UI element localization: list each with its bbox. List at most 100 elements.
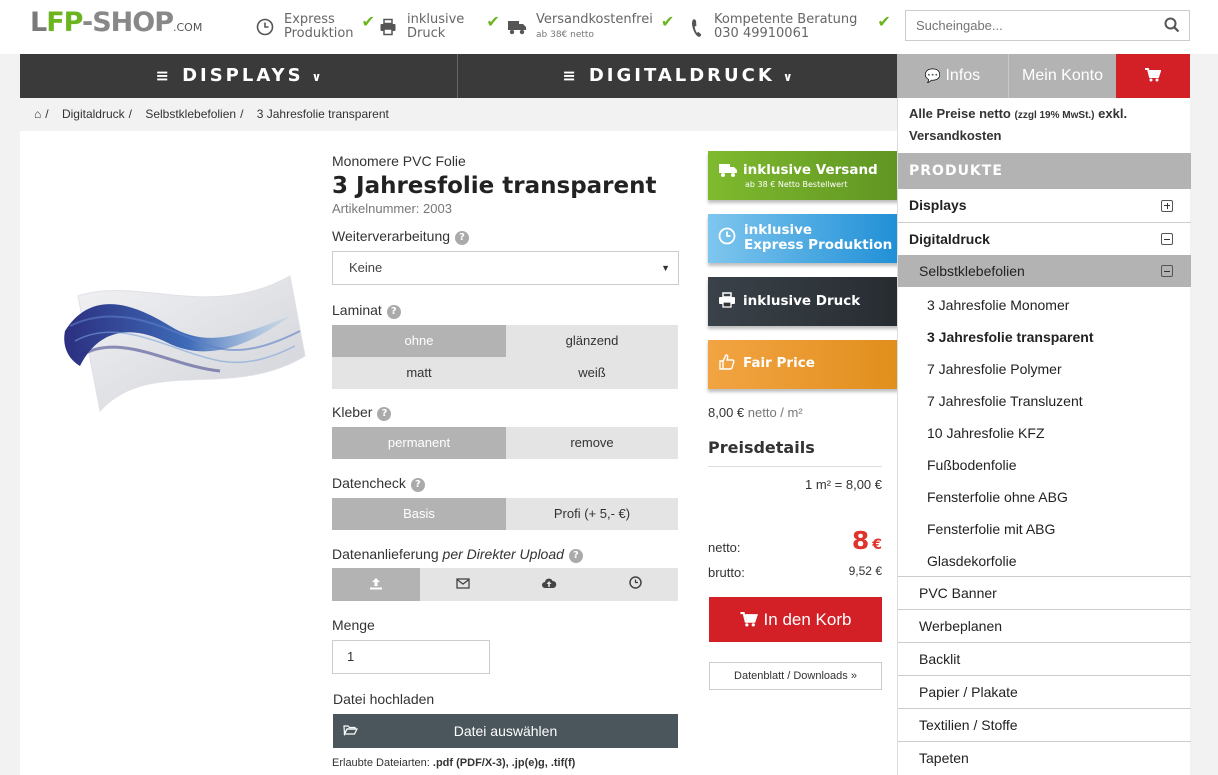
nav-item-displays[interactable]: ≡ DISPLAYS ∨ xyxy=(20,54,457,98)
sidebar-item-werbeplanen[interactable]: Werbeplanen xyxy=(898,610,1191,643)
upload-email-button[interactable] xyxy=(420,568,506,601)
help-icon[interactable]: ? xyxy=(455,231,470,245)
kleber-option-remove[interactable]: remove xyxy=(506,427,678,459)
envelope-icon xyxy=(456,577,470,592)
laminat-option-weiss[interactable]: weiß xyxy=(506,357,678,389)
quantity-input[interactable]: 1 xyxy=(332,640,490,674)
laminat-option-glaenzend[interactable]: glänzend xyxy=(506,325,678,357)
tab-mein-konto[interactable]: Mein Konto xyxy=(1008,54,1116,98)
sidebar-item-pvc-banner[interactable]: PVC Banner xyxy=(898,577,1191,610)
help-icon[interactable]: ? xyxy=(377,407,392,421)
ribbon-express-title: inklusive Express Produktion xyxy=(744,222,893,253)
nav-item-digitaldruck[interactable]: ≡ DIGITALDRUCK ∨ xyxy=(458,54,897,98)
divider xyxy=(708,466,882,467)
article-number: Artikelnummer: 2003 xyxy=(332,201,452,216)
cart-tab[interactable] xyxy=(1116,54,1190,98)
sidebar-subitem[interactable]: 7 Jahresfolie Transluzent xyxy=(898,385,1191,417)
logo-domain: .COM xyxy=(173,21,203,34)
header: LFP-SHOP.COM Express Produktion ✔ inklusi… xyxy=(0,0,1218,54)
add-to-cart-button[interactable]: In den Korb xyxy=(709,597,882,642)
ribbon-versand-title: inklusive Versand xyxy=(743,162,878,178)
minus-square-icon[interactable] xyxy=(1161,265,1173,277)
upload-later-button[interactable] xyxy=(592,568,678,601)
feature-beratung: Kompetente Beratung 030 49910061 ✔ xyxy=(690,13,891,45)
truck-icon xyxy=(507,18,527,38)
upload-cloud-button[interactable] xyxy=(506,568,592,601)
plus-square-icon[interactable] xyxy=(1161,199,1173,212)
menu-icon: ≡ xyxy=(155,66,173,85)
sidebar-subitem[interactable]: Glasdekorfolie xyxy=(898,545,1191,577)
home-icon[interactable]: ⌂ xyxy=(34,107,41,121)
truck-icon xyxy=(718,162,738,182)
upload-icon xyxy=(369,577,383,592)
main-nav: ≡ DISPLAYS ∨ ≡ DIGITALDRUCK ∨ xyxy=(20,54,897,98)
downloads-button[interactable]: Datenblatt / Downloads » xyxy=(709,662,882,690)
ribbon-versand-sub: ab 38 € Netto Bestellwert xyxy=(745,180,848,189)
sidebar-item-textilien[interactable]: Textilien / Stoffe xyxy=(898,709,1191,742)
feature-druck-line2: Druck xyxy=(407,26,446,41)
help-icon[interactable]: ? xyxy=(410,478,425,492)
laminat-option-ohne[interactable]: ohne xyxy=(332,325,506,357)
datei-label: Datei hochladen xyxy=(333,691,435,707)
breadcrumb-item[interactable]: Digitaldruck xyxy=(62,107,125,121)
sidebar-item-displays[interactable]: Displays xyxy=(898,189,1191,222)
datencheck-option-profi[interactable]: Profi (+ 5,- €) xyxy=(506,498,678,530)
sidebar: Alle Preise netto (zzgl 19% MwSt.) exkl.… xyxy=(897,98,1191,775)
logo[interactable]: LFP-SHOP.COM xyxy=(30,8,202,43)
sidebar-item-backlit[interactable]: Backlit xyxy=(898,643,1191,676)
clock-icon xyxy=(628,576,642,592)
ribbon-fairprice: Fair Price xyxy=(708,340,904,389)
help-icon[interactable]: ? xyxy=(568,549,583,563)
caret-down-icon: ▼ xyxy=(661,263,670,273)
sidebar-item-papier-plakate[interactable]: Papier / Plakate xyxy=(898,676,1191,709)
check-icon: ✔ xyxy=(361,12,375,31)
search-input[interactable] xyxy=(906,11,1156,40)
printer-icon xyxy=(718,292,736,312)
logo-part-3: P-SHOP xyxy=(63,7,174,38)
search-icon[interactable] xyxy=(1164,17,1180,37)
sidebar-item-tapeten[interactable]: Tapeten xyxy=(898,742,1191,775)
sidebar-item-digitaldruck[interactable]: Digitaldruck xyxy=(898,223,1191,255)
comments-icon: 💬 xyxy=(924,68,942,83)
sidebar-subitem[interactable]: Fußbodenfolie xyxy=(898,449,1191,481)
sidebar-subitem-active[interactable]: 3 Jahresfolie transparent xyxy=(898,321,1191,353)
sidebar-subitem[interactable]: 3 Jahresfolie Monomer xyxy=(898,289,1191,321)
account-tabs: 💬 Infos Mein Konto xyxy=(897,54,1190,98)
sidebar-subitem[interactable]: Fensterfolie mit ABG xyxy=(898,513,1191,545)
netto-label: netto: xyxy=(708,540,741,555)
sidebar-subitem[interactable]: Fensterfolie ohne ABG xyxy=(898,481,1191,513)
file-select-button[interactable]: Datei auswählen xyxy=(333,714,678,748)
check-icon: ✔ xyxy=(877,12,891,31)
help-icon[interactable]: ? xyxy=(386,305,401,319)
sidebar-subitem[interactable]: 7 Jahresfolie Polymer xyxy=(898,353,1191,385)
search-box xyxy=(905,10,1190,41)
datenanlieferung-mode: per Direkter Upload xyxy=(442,546,564,562)
feature-beratung-phone[interactable]: 030 49910061 xyxy=(714,26,809,41)
menge-label: Menge xyxy=(332,617,375,633)
cart-icon xyxy=(739,610,764,629)
logo-part-1: L xyxy=(30,7,47,38)
weiterverarbeitung-value: Keine xyxy=(349,260,383,275)
brutto-label: brutto: xyxy=(708,565,745,580)
weiterverarbeitung-select[interactable]: Keine ▼ xyxy=(332,251,679,285)
check-icon: ✔ xyxy=(486,12,500,31)
folder-open-icon xyxy=(343,714,358,748)
kleber-option-permanent[interactable]: permanent xyxy=(332,427,506,459)
file-select-label: Datei auswählen xyxy=(453,723,558,739)
tab-infos[interactable]: 💬 Infos xyxy=(897,54,1008,98)
check-icon: ✔ xyxy=(660,12,675,31)
price-note: Alle Preise netto (zzgl 19% MwSt.) exkl.… xyxy=(909,106,1128,143)
laminat-option-matt[interactable]: matt xyxy=(332,357,506,389)
breadcrumb-item[interactable]: Selbstklebefolien xyxy=(145,107,236,121)
sidebar-subitem[interactable]: 10 Jahresfolie KFZ xyxy=(898,417,1191,449)
price-per-m2: 8,00 € netto / m² xyxy=(708,405,803,420)
weiterverarbeitung-label: Weiterverarbeitung? xyxy=(332,228,470,245)
cart-icon xyxy=(1145,67,1162,84)
datencheck-option-basis[interactable]: Basis xyxy=(332,498,506,530)
breadcrumb-current: 3 Jahresfolie transparent xyxy=(256,107,389,121)
minus-square-icon[interactable] xyxy=(1161,233,1173,245)
allowed-filetypes: Erlaubte Dateiarten: .pdf (PDF/X-3), .jp… xyxy=(332,757,576,769)
price-m2-line: 1 m² = 8,00 € xyxy=(805,477,882,492)
sidebar-item-selbstklebefolien[interactable]: Selbstklebefolien xyxy=(898,255,1191,287)
upload-direct-button[interactable] xyxy=(332,568,420,601)
